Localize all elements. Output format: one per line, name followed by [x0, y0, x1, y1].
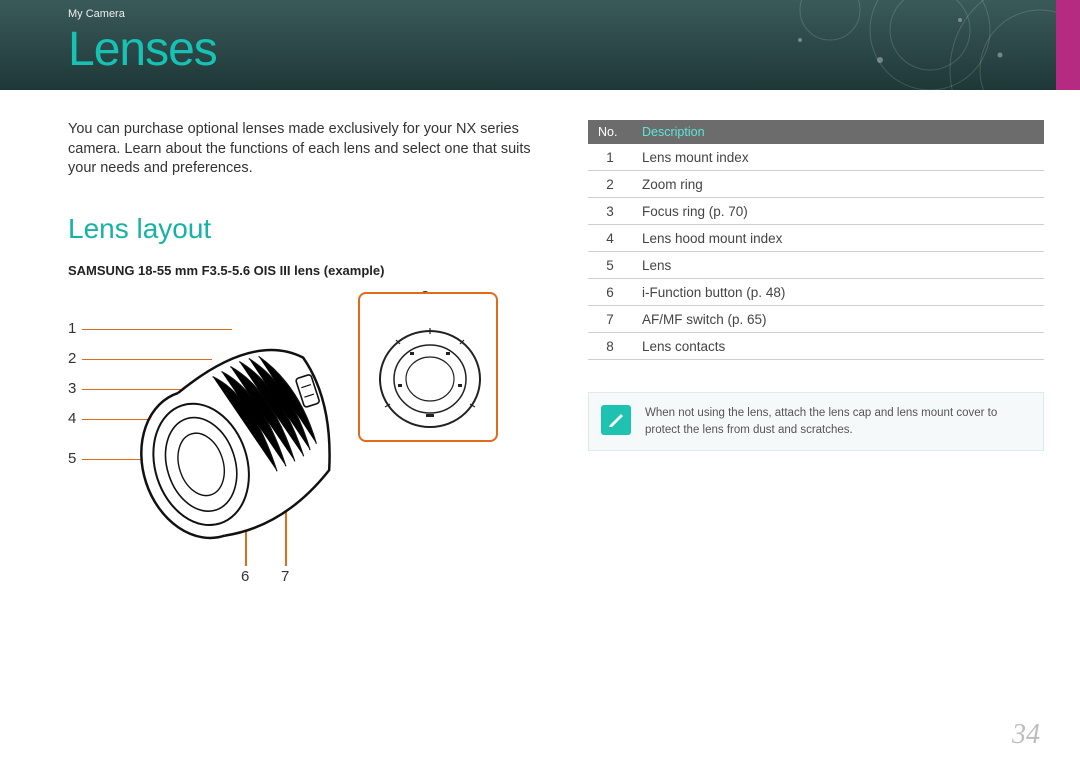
- callout-7: 7: [281, 568, 289, 585]
- page-number: 34: [1012, 719, 1040, 751]
- table-row: 4Lens hood mount index: [588, 225, 1044, 252]
- description-table: No. Description 1Lens mount index 2Zoom …: [588, 120, 1044, 360]
- callout-6: 6: [241, 568, 249, 585]
- lens-caption: SAMSUNG 18-55 mm F3.5-5.6 OIS III lens (…: [68, 263, 548, 278]
- intro-text: You can purchase optional lenses made ex…: [68, 120, 548, 179]
- note-box: When not using the lens, attach the lens…: [588, 392, 1044, 451]
- table-row: 5Lens: [588, 252, 1044, 279]
- lens-illustration: [113, 313, 353, 553]
- header-decoration: [700, 0, 1080, 90]
- callout-1: 1: [68, 320, 76, 337]
- table-row: 6i-Function button (p. 48): [588, 279, 1044, 306]
- right-column: No. Description 1Lens mount index 2Zoom …: [588, 120, 1044, 598]
- table-row: 3Focus ring (p. 70): [588, 198, 1044, 225]
- callout-4: 4: [68, 410, 76, 427]
- table-head-no: No.: [588, 120, 632, 144]
- table-row: 1Lens mount index: [588, 144, 1044, 171]
- page-header: My Camera Lenses: [0, 0, 1080, 90]
- left-column: You can purchase optional lenses made ex…: [68, 120, 548, 598]
- callout-3: 3: [68, 380, 76, 397]
- lens-diagram: 1 2 3 4 5 6 7 8: [68, 288, 548, 598]
- note-text: When not using the lens, attach the lens…: [645, 405, 1029, 438]
- lens-rear-inset: [358, 292, 498, 442]
- pen-icon: [601, 405, 631, 435]
- table-row: 7AF/MF switch (p. 65): [588, 306, 1044, 333]
- callout-2: 2: [68, 350, 76, 367]
- content-area: You can purchase optional lenses made ex…: [0, 90, 1080, 598]
- section-heading: Lens layout: [68, 213, 548, 245]
- table-row: 8Lens contacts: [588, 333, 1044, 360]
- callout-5: 5: [68, 450, 76, 467]
- table-row: 2Zoom ring: [588, 171, 1044, 198]
- side-tab: [1056, 0, 1080, 90]
- table-head-desc: Description: [632, 120, 1044, 144]
